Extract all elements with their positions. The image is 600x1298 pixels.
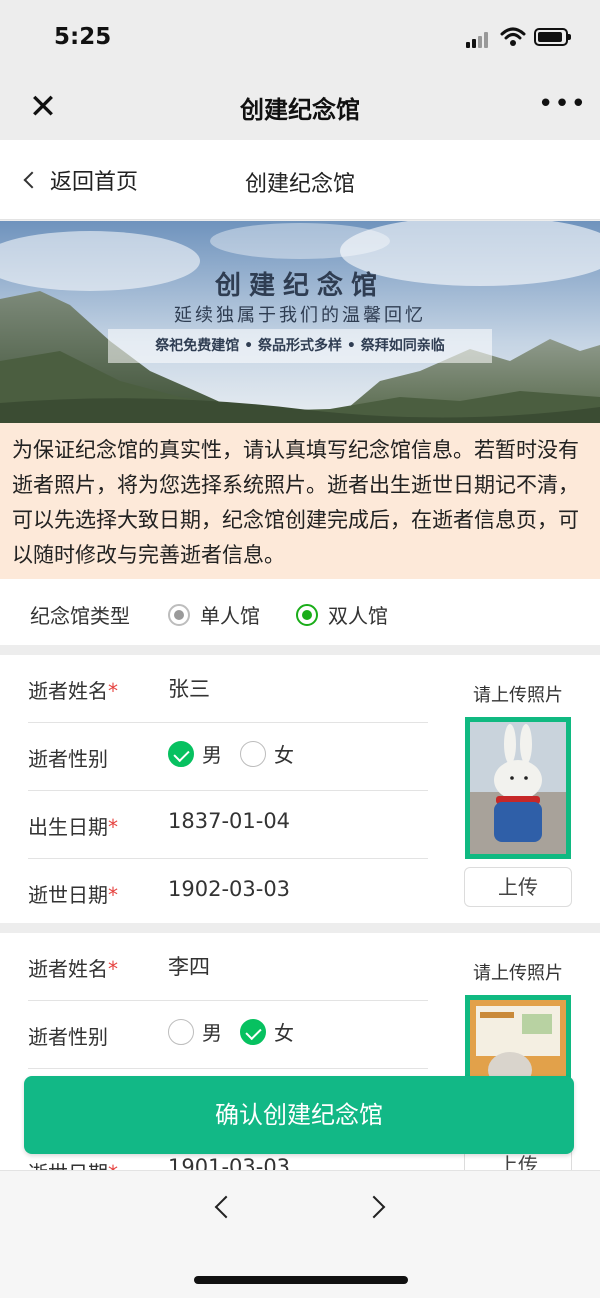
gender-label: 逝者性别: [28, 747, 108, 771]
hero-banner: 创建纪念馆 延续独属于我们的温馨回忆 祭祀免费建馆 • 祭品形式多样 • 祭拜如…: [0, 221, 600, 423]
rabbit-figure-image: [470, 722, 566, 854]
birth-date-picker[interactable]: 1837-01-04: [168, 809, 290, 833]
status-time: 5:25: [54, 24, 112, 50]
name-label: 逝者姓名*: [28, 957, 118, 981]
gender-options: 男 女: [168, 1017, 312, 1046]
banner-tagline: 祭祀免费建馆 • 祭品形式多样 • 祭拜如同亲临: [108, 329, 492, 363]
memorial-type-row: 纪念馆类型 单人馆 双人馆: [0, 579, 600, 645]
upload-button[interactable]: 上传: [464, 867, 572, 907]
radio-single-label: 单人馆: [200, 604, 260, 628]
banner-title: 创建纪念馆: [214, 271, 385, 301]
home-indicator: [194, 1276, 408, 1284]
radio-single[interactable]: 单人馆: [168, 600, 260, 629]
wechat-nav-bar: ✕ 创建纪念馆 •••: [0, 78, 600, 140]
female-label: 女: [274, 1021, 294, 1045]
back-arrow-icon[interactable]: [202, 1195, 242, 1225]
name-row: 逝者姓名* 李四: [28, 933, 428, 1001]
gender-options: 男 女: [168, 739, 312, 768]
death-label: 逝世日期*: [28, 883, 118, 907]
battery-icon: [534, 28, 571, 46]
gender-male-option[interactable]: 男: [168, 1017, 222, 1046]
name-input[interactable]: 张三: [168, 673, 210, 703]
wechat-title: 创建纪念馆: [240, 96, 360, 124]
wifi-icon: [500, 27, 526, 46]
signal-icon: [466, 32, 492, 48]
notice-text: 为保证纪念馆的真实性，请认真填写纪念馆信息。若暂时没有逝者照片，将为您选择系统照…: [0, 423, 600, 579]
gender-row: 逝者性别 男 女: [28, 723, 428, 791]
more-icon[interactable]: •••: [538, 91, 586, 118]
gender-female-option[interactable]: 女: [240, 1017, 294, 1046]
radio-double[interactable]: 双人馆: [296, 600, 388, 629]
birth-label: 出生日期*: [28, 815, 118, 839]
check-icon: [168, 740, 194, 767]
status-bar: 5:25: [0, 0, 600, 78]
radio-selected-icon: [296, 603, 318, 626]
name-input[interactable]: 李四: [168, 951, 210, 981]
death-date-picker[interactable]: 1902-03-03: [168, 877, 290, 901]
radio-double-label: 双人馆: [328, 604, 388, 628]
gender-label: 逝者性别: [28, 1025, 108, 1049]
upload-hint: 请上传照片: [473, 963, 563, 984]
female-label: 女: [274, 743, 294, 767]
male-label: 男: [202, 1021, 222, 1045]
name-label: 逝者姓名*: [28, 679, 118, 703]
gender-male-option[interactable]: 男: [168, 739, 222, 768]
photo-upload-area: 请上传照片 上传: [462, 681, 574, 907]
check-icon: [240, 1018, 266, 1045]
page-header: 返回首页 创建纪念馆: [0, 140, 600, 220]
male-label: 男: [202, 743, 222, 767]
circle-icon: [168, 1018, 194, 1045]
upload-hint: 请上传照片: [473, 685, 563, 706]
memorial-type-label: 纪念馆类型: [30, 604, 130, 628]
person-card-1: 逝者姓名* 张三 逝者性别 男 女 出生日期* 1837-01-04 逝世日期*…: [0, 655, 600, 923]
gender-row: 逝者性别 男 女: [28, 1001, 428, 1069]
circle-icon: [240, 740, 266, 767]
forward-arrow-icon[interactable]: [358, 1195, 398, 1225]
name-row: 逝者姓名* 张三: [28, 655, 428, 723]
death-row: 逝世日期* 1902-03-03: [28, 859, 428, 927]
confirm-create-button[interactable]: 确认创建纪念馆: [24, 1076, 574, 1154]
gender-female-option[interactable]: 女: [240, 739, 294, 768]
page-title: 创建纪念馆: [244, 172, 355, 197]
deceased-photo[interactable]: [465, 717, 571, 859]
birth-row: 出生日期* 1837-01-04: [28, 791, 428, 859]
banner-subtitle: 延续独属于我们的温馨回忆: [174, 305, 426, 326]
radio-icon: [168, 603, 190, 626]
